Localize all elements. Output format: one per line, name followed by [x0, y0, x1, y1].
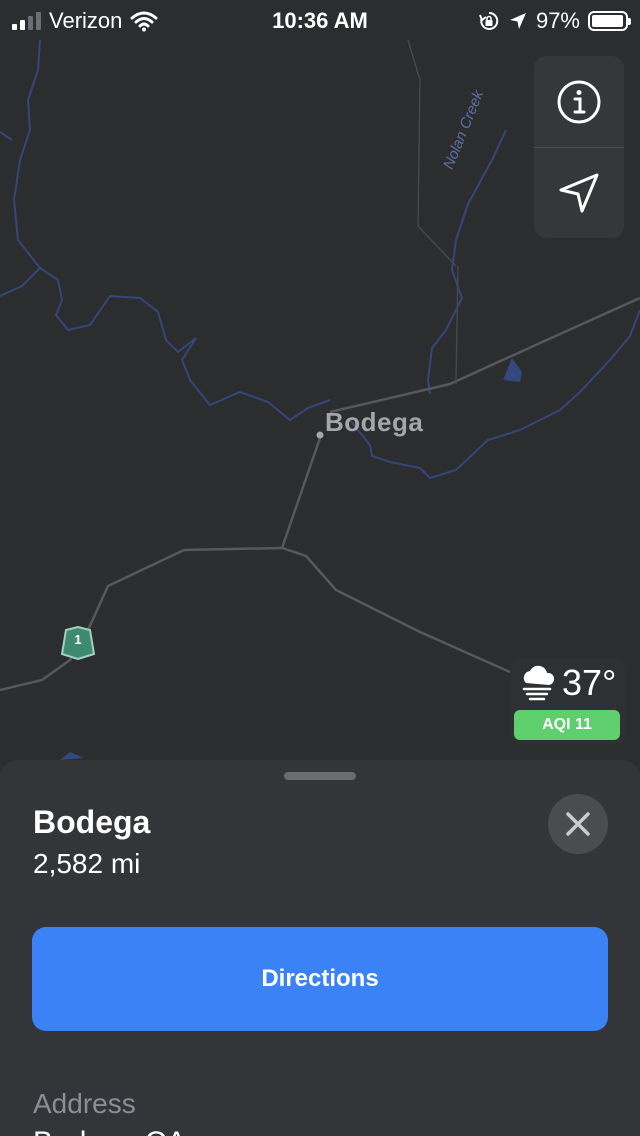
weather-widget[interactable]: 37° AQI 11	[510, 658, 626, 744]
sheet-grabber[interactable]	[284, 772, 356, 780]
info-button[interactable]	[534, 56, 624, 147]
battery-fill	[592, 15, 623, 27]
close-icon	[566, 812, 590, 836]
location-arrow-icon	[509, 13, 526, 29]
location-arrow-icon	[559, 173, 599, 213]
rotation-lock-icon	[479, 11, 499, 30]
address-label: Address	[33, 1088, 136, 1119]
place-title: Bodega	[33, 804, 151, 840]
map-controls	[534, 56, 624, 238]
route-number: 1	[74, 632, 82, 647]
aqi-badge: AQI 11	[514, 710, 620, 740]
town-dot	[316, 431, 324, 439]
address-value: Bodega CA	[33, 1126, 186, 1136]
info-icon	[557, 80, 601, 123]
directions-button[interactable]: Directions	[32, 927, 608, 1031]
place-distance: 2,582 mi	[33, 848, 141, 879]
status-right: 97%	[478, 8, 631, 34]
status-bar: Verizon 10:36 AM 97%	[0, 0, 640, 40]
fog-cloud-icon	[522, 665, 555, 701]
weather-temperature: 37°	[562, 662, 617, 703]
place-card-sheet[interactable]: Bodega 2,582 mi Directions Address Bodeg…	[0, 760, 640, 1136]
close-button[interactable]	[548, 794, 608, 854]
battery-percent: 97%	[535, 8, 580, 33]
battery-icon	[588, 11, 631, 31]
town-label[interactable]: Bodega	[325, 407, 423, 438]
route-shield: 1	[60, 626, 96, 660]
current-location-button[interactable]	[534, 147, 624, 238]
maps-screen: Bodega Nolan Creek 1 Verizon 10:36 AM 97…	[0, 0, 640, 1136]
weather-row: 37°	[518, 662, 616, 704]
